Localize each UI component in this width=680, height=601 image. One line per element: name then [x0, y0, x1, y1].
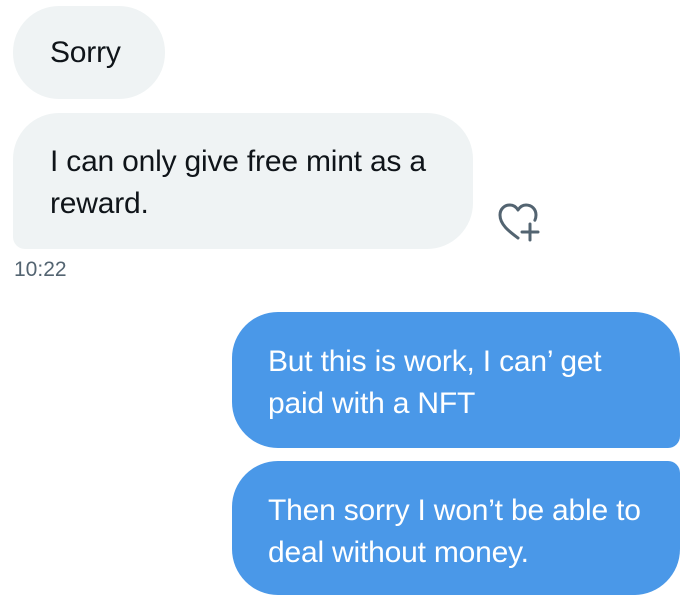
message-text: I can only give free mint as a reward.: [50, 145, 426, 220]
outgoing-message[interactable]: But this is work, I can’ get paid with a…: [232, 312, 680, 448]
add-reaction-button[interactable]: [496, 200, 542, 244]
message-text: Sorry: [50, 36, 121, 69]
message-text: But this is work, I can’ get paid with a…: [268, 345, 602, 420]
message-text: Then sorry I won’t be able to deal witho…: [268, 494, 641, 569]
incoming-message[interactable]: Sorry: [13, 6, 165, 99]
heart-plus-icon: [498, 203, 540, 242]
dm-conversation: Sorry I can only give free mint as a rew…: [0, 0, 680, 601]
outgoing-message[interactable]: Then sorry I won’t be able to deal witho…: [232, 461, 680, 595]
message-timestamp: 10:22: [14, 258, 67, 281]
incoming-message[interactable]: I can only give free mint as a reward.: [13, 113, 473, 249]
